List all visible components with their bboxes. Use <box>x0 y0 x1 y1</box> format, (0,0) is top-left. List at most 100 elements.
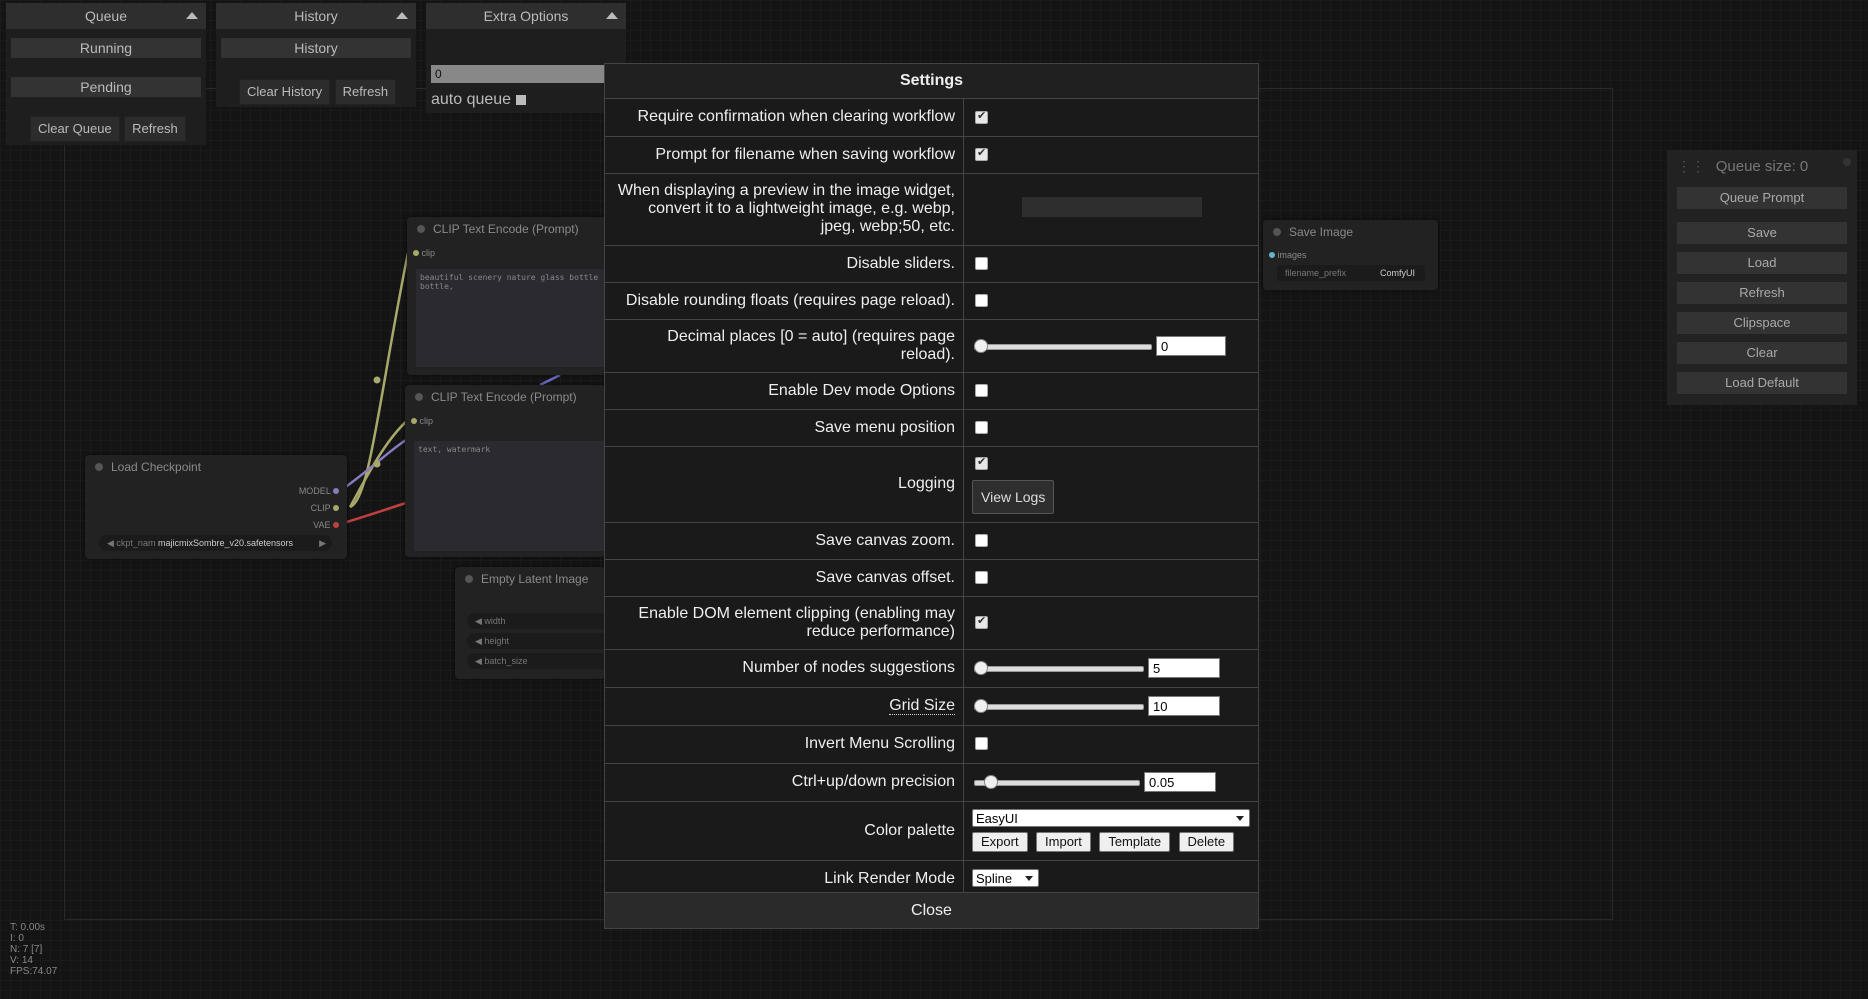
prompt-textarea[interactable]: beautiful scenery nature glass bottle bo… <box>416 269 607 367</box>
height-widget[interactable]: ◀ height <box>467 633 615 649</box>
node-suggestions-input[interactable]: 5 <box>1148 658 1220 678</box>
setting-label: Decimal places [0 = auto] (requires page… <box>605 319 964 373</box>
save-menu-position-checkbox[interactable] <box>975 420 988 434</box>
clipspace-button[interactable]: Clipspace <box>1677 312 1847 334</box>
queue-prompt-button[interactable]: Queue Prompt <box>1677 187 1847 209</box>
save-button[interactable]: Save <box>1677 222 1847 244</box>
grid-size-slider[interactable] <box>974 699 1144 713</box>
setting-label: Logging <box>605 446 964 523</box>
setting-label: Ctrl+up/down precision <box>605 763 964 802</box>
filename-prefix-widget[interactable]: filename_prefix ComfyUI <box>1277 265 1425 281</box>
setting-label: Enable Dev mode Options <box>605 372 964 410</box>
auto-queue-checkbox[interactable] <box>515 94 526 105</box>
load-button[interactable]: Load <box>1677 252 1847 274</box>
load-default-button[interactable]: Load Default <box>1677 372 1847 394</box>
setting-row: Prompt for filename when saving workflow <box>605 136 1258 174</box>
setting-row: Enable Dev mode Options <box>605 372 1258 410</box>
import-button[interactable]: Import <box>1036 832 1091 852</box>
images-input-slot[interactable]: images <box>1278 250 1307 260</box>
ckpt-name-widget[interactable]: ◀ ckpt_nam majicmixSombre_v20.safetensor… <box>99 535 332 551</box>
settings-table: Require confirmation when clearing workf… <box>605 99 1258 898</box>
clip-input-slot[interactable]: clip <box>420 416 434 426</box>
ctrl-precision-slider[interactable] <box>974 775 1140 789</box>
setting-row: Disable rounding floats (requires page r… <box>605 282 1258 320</box>
ctrl-precision-input[interactable]: 0.05 <box>1144 772 1216 792</box>
link-cond <box>539 373 561 387</box>
setting-row: Logging View Logs <box>605 446 1258 523</box>
setting-row: Decimal places [0 = auto] (requires page… <box>605 319 1258 373</box>
settings-title: Settings <box>605 64 1258 99</box>
refresh-button[interactable]: Refresh <box>1677 282 1847 304</box>
setting-label: Disable rounding floats (requires page r… <box>605 282 964 320</box>
width-widget[interactable]: ◀ width <box>467 613 615 629</box>
queue-refresh-button[interactable]: Refresh <box>124 116 186 142</box>
setting-row: Invert Menu Scrolling <box>605 725 1258 764</box>
close-button[interactable]: Close <box>605 892 1258 928</box>
clip-text-encode-node-1[interactable]: CLIP Text Encode (Prompt) clip beautiful… <box>407 217 607 375</box>
setting-label: Enable DOM element clipping (enabling ma… <box>605 596 964 650</box>
save-zoom-checkbox[interactable] <box>975 533 988 547</box>
prompt-filename-checkbox[interactable] <box>975 146 988 161</box>
canvas-stats: T: 0.00s I: 0 N: 7 [7] V: 14 FPS:74.07 <box>10 922 58 977</box>
clip-output-slot[interactable]: CLIP <box>311 503 331 513</box>
queue-size-label: Queue size: 0 <box>1715 158 1809 175</box>
clear-history-button[interactable]: Clear History <box>239 79 331 105</box>
setting-row: Color palette EasyUI Export Import Templ… <box>605 801 1258 861</box>
confirm-clear-checkbox[interactable] <box>975 109 988 124</box>
decimal-places-input[interactable]: 0 <box>1156 335 1226 356</box>
dev-mode-checkbox[interactable] <box>975 383 988 397</box>
batch-count-input[interactable]: 0 <box>431 65 621 83</box>
delete-button[interactable]: Delete <box>1178 832 1235 852</box>
invert-scroll-checkbox[interactable] <box>975 737 988 751</box>
queue-menu: ⋮⋮ Queue size: 0 Queue Prompt Save Load … <box>1667 150 1857 405</box>
setting-label: Number of nodes suggestions <box>605 649 964 688</box>
setting-row: Number of nodes suggestions 5 <box>605 649 1258 688</box>
load-checkpoint-node[interactable]: Load Checkpoint MODEL CLIP VAE ◀ ckpt_na… <box>85 455 347 559</box>
node-title: Empty Latent Image <box>481 572 589 586</box>
save-offset-checkbox[interactable] <box>975 570 988 584</box>
setting-label: Require confirmation when clearing workf… <box>605 99 964 137</box>
setting-row: Disable sliders. <box>605 245 1258 283</box>
collapse-icon[interactable] <box>606 12 618 19</box>
clip-text-encode-node-2[interactable]: CLIP Text Encode (Prompt) clip text, wat… <box>405 385 605 557</box>
preview-format-input[interactable] <box>1022 196 1202 217</box>
setting-row: Save canvas offset. <box>605 559 1258 597</box>
collapse-icon[interactable] <box>186 12 198 19</box>
batch-size-widget[interactable]: ◀ batch_size <box>467 653 615 669</box>
model-output-slot[interactable]: MODEL <box>299 486 331 496</box>
clear-button[interactable]: Clear <box>1677 342 1847 364</box>
clip-input-slot[interactable]: clip <box>422 248 436 258</box>
pending-label: Pending <box>11 77 201 97</box>
grid-size-input[interactable]: 10 <box>1148 696 1220 716</box>
setting-label: When displaying a preview in the image w… <box>605 173 964 246</box>
setting-row: Enable DOM element clipping (enabling ma… <box>605 596 1258 650</box>
clear-queue-button[interactable]: Clear Queue <box>30 116 120 142</box>
extra-options-header[interactable]: Extra Options <box>426 3 626 29</box>
color-palette-select[interactable]: EasyUI <box>972 809 1250 827</box>
collapse-icon[interactable] <box>396 12 408 19</box>
settings-gear-icon[interactable] <box>1843 158 1851 166</box>
negative-textarea[interactable]: text, watermark <box>414 441 605 551</box>
history-panel-header[interactable]: History <box>216 3 416 29</box>
disable-sliders-checkbox[interactable] <box>975 256 988 270</box>
node-suggestions-slider[interactable] <box>974 661 1144 675</box>
export-button[interactable]: Export <box>972 832 1028 852</box>
history-panel: History History Clear History Refresh <box>216 3 416 107</box>
view-logs-button[interactable]: View Logs <box>972 479 1055 514</box>
setting-row: Save canvas zoom. <box>605 522 1258 560</box>
node-title: CLIP Text Encode (Prompt) <box>433 222 579 236</box>
settings-dialog: Settings Require confirmation when clear… <box>604 63 1259 929</box>
save-image-node[interactable]: Save Image images filename_prefix ComfyUI <box>1263 220 1438 290</box>
setting-row: When displaying a preview in the image w… <box>605 173 1258 246</box>
history-refresh-button[interactable]: Refresh <box>334 79 397 105</box>
empty-latent-node[interactable]: Empty Latent Image ◀ width ◀ height ◀ ba… <box>455 567 615 679</box>
template-button[interactable]: Template <box>1099 832 1171 852</box>
queue-panel: Queue Running Pending Clear Queue Refres… <box>6 3 206 145</box>
queue-panel-header[interactable]: Queue <box>6 3 206 29</box>
link-render-mode-select[interactable]: Spline <box>972 869 1039 887</box>
disable-rounding-checkbox[interactable] <box>975 293 988 307</box>
vae-output-slot[interactable]: VAE <box>313 520 330 530</box>
decimal-places-slider[interactable] <box>974 338 1152 353</box>
dom-clipping-checkbox[interactable] <box>975 614 988 629</box>
logging-checkbox[interactable] <box>975 455 988 470</box>
